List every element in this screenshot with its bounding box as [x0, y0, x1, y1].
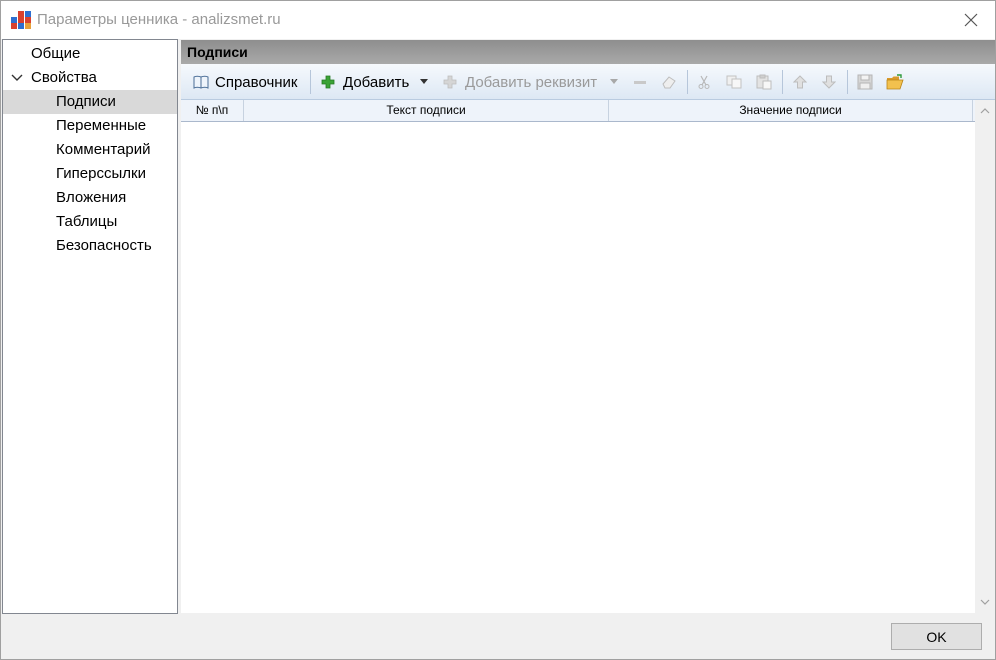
grid-app-icon: [11, 11, 31, 29]
panel-title: Подписи: [181, 40, 995, 64]
add-requisite-button[interactable]: Добавить реквизит: [443, 68, 597, 96]
title-bar: Параметры ценника - analizsmet.ru: [1, 1, 995, 39]
plus-icon: [443, 75, 457, 89]
reference-button[interactable]: Справочник: [193, 68, 298, 96]
dropdown-arrow-icon: [420, 79, 428, 84]
chevron-up-icon: [980, 108, 990, 114]
tree-item-label: Свойства: [31, 69, 97, 86]
save-button[interactable]: [857, 68, 873, 96]
tree-item-variables[interactable]: Переменные: [3, 114, 177, 138]
remove-button[interactable]: [633, 68, 647, 96]
arrow-up-icon: [793, 75, 807, 89]
copy-button[interactable]: [726, 68, 742, 96]
scroll-up-button[interactable]: [978, 104, 992, 118]
add-requisite-label: Добавить реквизит: [465, 73, 598, 91]
toolbar: Справочник Добавить Добавить реквизит: [181, 64, 995, 100]
add-requisite-dropdown[interactable]: [609, 68, 619, 96]
toolbar-separator: [847, 70, 848, 94]
vertical-scrollbar[interactable]: [975, 100, 995, 613]
tree-item-label: Переменные: [56, 117, 147, 134]
tree-item-label: Безопасность: [56, 237, 152, 254]
tree-item-signatures[interactable]: Подписи: [3, 90, 177, 114]
add-button[interactable]: Добавить: [321, 68, 409, 96]
add-dropdown-button[interactable]: [419, 68, 429, 96]
close-button[interactable]: [947, 1, 995, 39]
tree-item-label: Гиперссылки: [56, 165, 146, 182]
paste-button[interactable]: [756, 68, 772, 96]
tree-item-security[interactable]: Безопасность: [3, 234, 177, 258]
dropdown-arrow-icon: [610, 79, 618, 84]
dialog-window: Параметры ценника - analizsmet.ru Общие …: [0, 0, 996, 660]
scroll-down-button[interactable]: [978, 595, 992, 609]
window-title: Параметры ценника - analizsmet.ru: [37, 11, 281, 28]
ok-button[interactable]: OK: [891, 623, 982, 650]
arrow-down-icon: [822, 75, 836, 89]
tree-item-properties[interactable]: Свойства: [3, 66, 177, 90]
column-header-text[interactable]: Текст подписи: [244, 100, 609, 121]
minus-icon: [634, 81, 646, 84]
move-down-button[interactable]: [822, 68, 836, 96]
chevron-down-icon[interactable]: [11, 73, 23, 83]
reference-label: Справочник: [215, 73, 298, 91]
clear-button[interactable]: [661, 68, 677, 96]
tree-item-general[interactable]: Общие: [3, 42, 177, 66]
tree-item-label: Комментарий: [56, 141, 151, 158]
signatures-table: № п\п Текст подписи Значение подписи: [181, 100, 975, 613]
toolbar-separator: [310, 70, 311, 94]
eraser-icon: [662, 76, 676, 89]
toolbar-separator: [782, 70, 783, 94]
tree-item-label: Таблицы: [56, 213, 118, 230]
open-button[interactable]: [886, 68, 904, 96]
column-header-value[interactable]: Значение подписи: [609, 100, 973, 121]
paste-icon: [756, 74, 772, 90]
table-header: № п\п Текст подписи Значение подписи: [181, 100, 975, 122]
save-icon: [857, 74, 873, 90]
cut-icon: [698, 75, 710, 89]
tree-item-hyperlinks[interactable]: Гиперссылки: [3, 162, 177, 186]
cut-button[interactable]: [697, 68, 711, 96]
tree-item-label: Подписи: [56, 93, 116, 110]
ok-label: OK: [926, 628, 947, 645]
book-icon: [193, 75, 209, 89]
add-label: Добавить: [343, 73, 410, 91]
tree-item-label: Вложения: [56, 189, 127, 206]
plus-icon: [321, 75, 335, 89]
settings-tree: Общие Свойства Подписи Переменные Коммен…: [2, 39, 178, 614]
tree-item-tables[interactable]: Таблицы: [3, 210, 177, 234]
close-icon: [964, 13, 978, 27]
chevron-down-icon: [980, 599, 990, 605]
toolbar-separator: [687, 70, 688, 94]
tree-item-attachments[interactable]: Вложения: [3, 186, 177, 210]
column-header-number[interactable]: № п\п: [181, 100, 244, 121]
tree-item-comment[interactable]: Комментарий: [3, 138, 177, 162]
move-up-button[interactable]: [793, 68, 807, 96]
copy-icon: [726, 75, 742, 89]
tree-item-label: Общие: [31, 45, 81, 62]
open-folder-icon: [886, 74, 904, 90]
